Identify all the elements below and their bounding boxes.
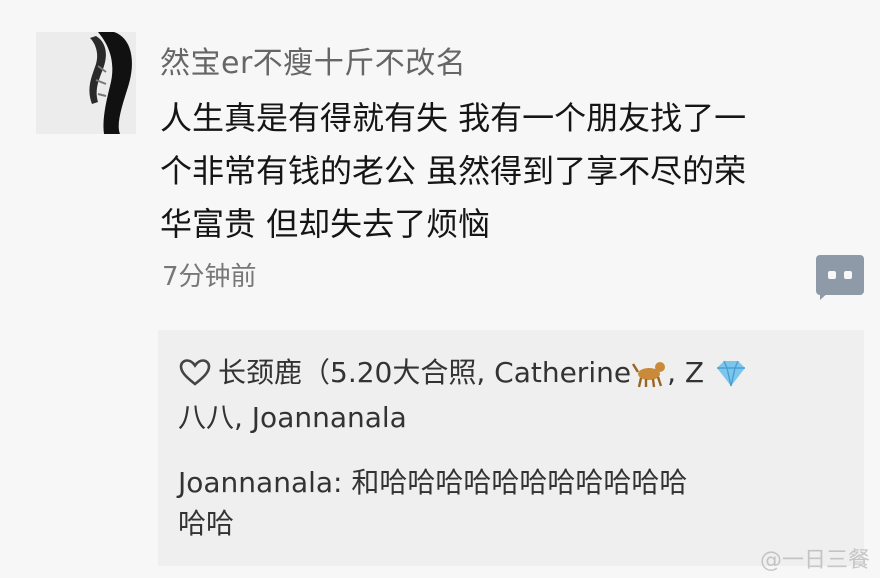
comment-icon-dot — [828, 271, 836, 279]
likes-row[interactable]: 八八, Joannanala — [178, 395, 858, 440]
username[interactable]: 然宝er不瘦十斤不改名 — [160, 38, 466, 82]
post-content-line: 人生真是有得就有失 我有一个朋友找了一 — [160, 99, 747, 137]
avatar-image — [36, 32, 136, 134]
likes-names[interactable]: 长颈鹿（5.20大合照, Catherine — [218, 356, 631, 389]
comment-icon-tail — [820, 291, 830, 300]
post-content-line: 个非常有钱的老公 虽然得到了享不尽的荣 — [160, 152, 747, 190]
post-content-line: 华富贵 但却失去了烦恼 — [160, 205, 491, 243]
dog-emoji-icon — [632, 362, 666, 388]
likes-row: 长颈鹿（5.20大合照, Catherine , Z — [178, 350, 858, 395]
comment-icon[interactable] — [816, 255, 864, 300]
diamond-emoji-icon — [716, 360, 745, 387]
likes-names-tail[interactable]: , Z — [667, 356, 713, 389]
post-card: 然宝er不瘦十斤不改名 人生真是有得就有失 我有一个朋友找了一 个非常有钱的老公… — [0, 0, 880, 578]
heart-outline-icon[interactable] — [178, 358, 212, 386]
comment-icon-dot — [844, 271, 852, 279]
watermark: @一日三餐 — [759, 548, 870, 573]
reply-line: Joannanala: 和哈哈哈哈哈哈哈哈哈哈哈 — [178, 466, 688, 499]
post-timestamp: 7分钟前 — [162, 262, 257, 292]
avatar[interactable] — [36, 32, 136, 134]
post-content: 人生真是有得就有失 我有一个朋友找了一 个非常有钱的老公 虽然得到了享不尽的荣 … — [160, 92, 850, 251]
reply-box: 长颈鹿（5.20大合照, Catherine , Z 八八, Joannanal… — [158, 330, 864, 566]
reply-comment[interactable]: Joannanala: 和哈哈哈哈哈哈哈哈哈哈哈 哈哈 — [178, 462, 858, 544]
likes-list: 长颈鹿（5.20大合照, Catherine , Z 八八, Joannanal… — [178, 350, 858, 440]
reply-line: 哈哈 — [178, 507, 235, 540]
